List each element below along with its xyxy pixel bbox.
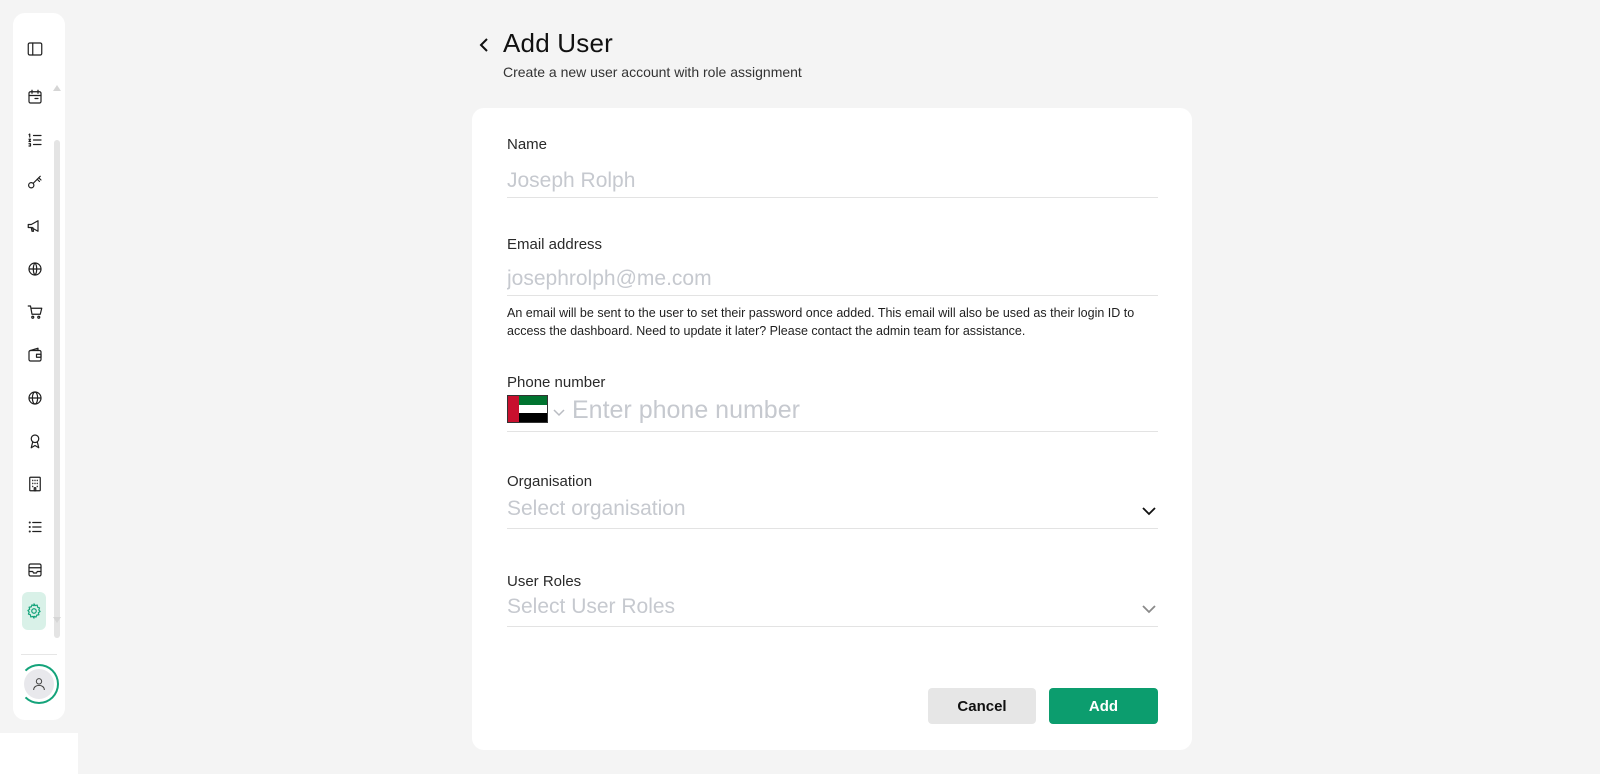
building-icon[interactable] xyxy=(23,472,47,496)
add-button[interactable]: Add xyxy=(1049,688,1158,724)
email-input[interactable] xyxy=(507,262,1158,296)
chevron-down-icon xyxy=(1142,601,1156,614)
add-user-form-card: Name Email address An email will be sent… xyxy=(472,108,1192,750)
award-icon[interactable] xyxy=(23,429,47,453)
organisation-label: Organisation xyxy=(507,473,593,490)
avatar[interactable] xyxy=(19,664,59,704)
phone-label: Phone number xyxy=(507,374,606,391)
phone-input[interactable] xyxy=(572,394,1152,426)
globe-icon[interactable] xyxy=(23,386,47,410)
flag-uae-icon xyxy=(507,395,548,423)
email-label: Email address xyxy=(507,236,603,253)
user-roles-placeholder: Select User Roles xyxy=(507,595,676,618)
globe-pin-icon[interactable] xyxy=(23,257,47,281)
key-icon[interactable] xyxy=(23,171,47,195)
sidebar-scrollbar[interactable] xyxy=(54,140,60,638)
scroll-up-icon[interactable] xyxy=(53,85,61,91)
cancel-button[interactable]: Cancel xyxy=(928,688,1036,724)
user-icon xyxy=(24,669,54,699)
back-button[interactable] xyxy=(474,34,494,56)
list-ordered-icon[interactable] xyxy=(23,128,47,152)
sidebar-divider xyxy=(21,654,57,655)
organisation-placeholder: Select organisation xyxy=(507,497,686,520)
email-helper-text: An email will be sent to the user to set… xyxy=(507,306,1135,338)
chevron-down-icon xyxy=(553,404,565,417)
settings-icon[interactable] xyxy=(22,592,46,630)
chevron-down-icon xyxy=(1142,503,1156,516)
sidebar-toggle-icon[interactable] xyxy=(23,37,47,61)
scroll-down-icon[interactable] xyxy=(53,617,61,623)
phone-field xyxy=(507,394,1158,432)
name-input[interactable] xyxy=(507,164,1158,198)
page-subtitle: Create a new user account with role assi… xyxy=(503,64,802,80)
country-code-selector[interactable] xyxy=(507,394,569,424)
cart-icon[interactable] xyxy=(23,300,47,324)
sidebar-footer-area xyxy=(0,733,78,774)
calendar-icon[interactable] xyxy=(23,85,47,109)
list-icon[interactable] xyxy=(23,515,47,539)
user-roles-select[interactable]: Select User Roles xyxy=(507,593,1158,627)
chevron-left-icon xyxy=(479,38,488,52)
inbox-icon[interactable] xyxy=(23,558,47,582)
user-roles-label: User Roles xyxy=(507,573,582,590)
name-label: Name xyxy=(507,136,548,153)
megaphone-icon[interactable] xyxy=(23,214,47,238)
organisation-select[interactable]: Select organisation xyxy=(507,495,1158,529)
page-title: Add User xyxy=(503,28,613,58)
sidebar xyxy=(13,13,65,720)
wallet-icon[interactable] xyxy=(23,343,47,367)
